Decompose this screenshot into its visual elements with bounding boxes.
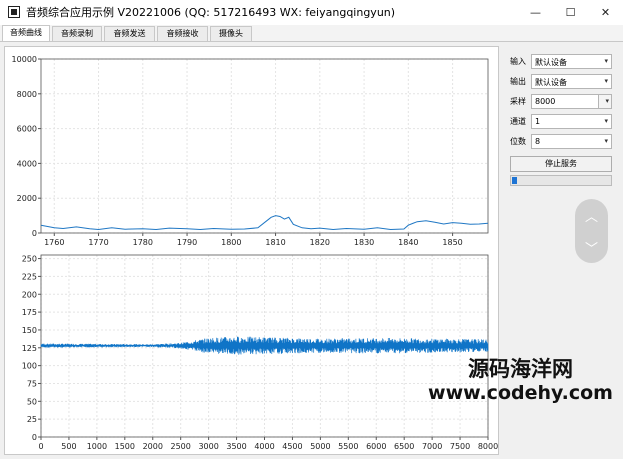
watermark-title: 源码海洋网 <box>468 357 573 381</box>
wave-ytick-label: 75 <box>27 379 37 388</box>
freq-axes-frame <box>40 58 489 234</box>
input-device-value: 默认设备 <box>535 58 567 67</box>
freq-xtick-label: 1780 <box>133 238 153 247</box>
freq-xtick-label: 1800 <box>221 238 241 247</box>
bits-label: 位数 <box>510 137 526 146</box>
tab-bar: 音频曲线 音频录制 音频发送 音频接收 摄像头 <box>0 25 623 42</box>
tab-audio-send[interactable]: 音频发送 <box>104 26 155 41</box>
wave-xtick-label: 1000 <box>87 442 107 451</box>
minimize-button[interactable]: — <box>518 0 553 24</box>
wave-xtick-label: 5000 <box>310 442 330 451</box>
wave-xtick-label: 7000 <box>422 442 442 451</box>
freq-xtick-label: 1830 <box>354 238 374 247</box>
chevron-down-icon: ▾ <box>605 97 609 105</box>
wave-xtick-label: 4500 <box>282 442 302 451</box>
frequency-chart: 1760 1770 1780 1790 1800 1810 1820 1830 1840 1850… <box>12 55 489 247</box>
freq-xtick-label: 1770 <box>88 238 108 247</box>
samplerate-dropdown-button[interactable]: ▾ <box>598 95 611 108</box>
freq-xtick-label: 1810 <box>265 238 285 247</box>
input-row: 输入 默认设备 ▾ <box>507 54 615 69</box>
bits-value: 8 <box>535 137 541 146</box>
wave-ytick-label: 225 <box>22 272 37 281</box>
wave-xtick-label: 8000 <box>478 442 498 451</box>
maximize-button[interactable]: ☐ <box>553 0 588 24</box>
samplerate-row: 采样 8000 ▾ <box>507 94 615 109</box>
stop-service-button[interactable]: 停止服务 <box>510 156 612 172</box>
input-label: 输入 <box>510 57 526 66</box>
title-bar: 音频综合应用示例 V20221006 (QQ: 517216493 WX: fe… <box>0 0 623 24</box>
wave-ytick-label: 125 <box>22 344 37 353</box>
input-device-select[interactable]: 默认设备 ▾ <box>531 54 612 69</box>
chevron-down-icon: ▾ <box>604 117 608 125</box>
wave-xtick-label: 4000 <box>254 442 274 451</box>
bits-select[interactable]: 8 ▾ <box>531 134 612 149</box>
samplerate-value: 8000 <box>535 97 556 106</box>
wave-xtick-label: 2500 <box>171 442 191 451</box>
channels-value: 1 <box>535 117 541 126</box>
watermark-url: www.codehy.com <box>428 382 613 404</box>
scroll-up-icon[interactable]: ︿ <box>575 199 608 231</box>
tab-audio-receive[interactable]: 音频接收 <box>157 26 208 41</box>
freq-ytick-label: 4000 <box>17 159 37 168</box>
wave-ytick-label: 250 <box>22 255 37 264</box>
wave-ytick-label: 50 <box>27 397 37 406</box>
freq-series-line <box>40 215 489 231</box>
progress-bar <box>510 175 612 186</box>
wave-ytick-label: 100 <box>22 362 37 371</box>
channels-label: 通道 <box>510 117 526 126</box>
channels-row: 通道 1 ▾ <box>507 114 615 129</box>
output-device-value: 默认设备 <box>535 78 567 87</box>
wave-xtick-label: 3500 <box>226 442 246 451</box>
wave-xtick-label: 6000 <box>366 442 386 451</box>
wave-xtick-label: 0 <box>38 442 43 451</box>
tab-camera[interactable]: 摄像头 <box>210 26 252 41</box>
freq-ytick-label: 8000 <box>17 90 37 99</box>
watermark: 源码海洋网 www.codehy.com <box>418 357 623 405</box>
wave-ytick-label: 0 <box>32 433 37 442</box>
freq-xtick-label: 1840 <box>398 238 418 247</box>
output-device-select[interactable]: 默认设备 ▾ <box>531 74 612 89</box>
wave-ytick-label: 25 <box>27 415 37 424</box>
samplerate-select[interactable]: 8000 ▾ <box>531 94 612 109</box>
close-button[interactable]: ✕ <box>588 0 623 24</box>
freq-ytick-label: 6000 <box>17 125 37 134</box>
progress-fill <box>512 177 517 184</box>
scroll-down-icon[interactable]: ﹀ <box>575 231 608 263</box>
wave-ytick-label: 175 <box>22 308 37 317</box>
wave-xtick-label: 500 <box>61 442 76 451</box>
wave-xtick-label: 2000 <box>143 442 163 451</box>
waveform-series-line <box>40 336 489 355</box>
wave-xtick-label: 5500 <box>338 442 358 451</box>
wave-ytick-label: 200 <box>22 290 37 299</box>
window-title: 音频综合应用示例 V20221006 (QQ: 517216493 WX: fe… <box>26 6 396 19</box>
tab-audio-curve[interactable]: 音频曲线 <box>2 25 50 41</box>
wave-xtick-label: 3000 <box>198 442 218 451</box>
freq-ytick-label: 0 <box>32 229 37 238</box>
bits-row: 位数 8 ▾ <box>507 134 615 149</box>
scroll-control: ︿ ﹀ <box>575 199 608 263</box>
freq-xtick-label: 1760 <box>44 238 64 247</box>
wave-xtick-label: 1500 <box>115 442 135 451</box>
samplerate-label: 采样 <box>510 97 526 106</box>
wave-xtick-label: 7500 <box>450 442 470 451</box>
freq-xtick-label: 1820 <box>310 238 330 247</box>
waveform-chart: 0 500 1000 1500 2000 2500 3000 3500 4000 4500 5000… <box>22 255 498 451</box>
output-row: 输出 默认设备 ▾ <box>507 74 615 89</box>
freq-ytick-label: 10000 <box>12 55 37 64</box>
wave-ytick-label: 150 <box>22 326 37 335</box>
chevron-down-icon: ▾ <box>604 57 608 65</box>
freq-xtick-label: 1850 <box>442 238 462 247</box>
freq-ytick-label: 2000 <box>17 194 37 203</box>
chevron-down-icon: ▾ <box>604 137 608 145</box>
freq-xtick-label: 1790 <box>177 238 197 247</box>
output-label: 输出 <box>510 77 526 86</box>
tab-audio-record[interactable]: 音频录制 <box>52 26 102 41</box>
channels-select[interactable]: 1 ▾ <box>531 114 612 129</box>
app-icon <box>8 6 20 18</box>
wave-xtick-label: 6500 <box>394 442 414 451</box>
chevron-down-icon: ▾ <box>604 77 608 85</box>
